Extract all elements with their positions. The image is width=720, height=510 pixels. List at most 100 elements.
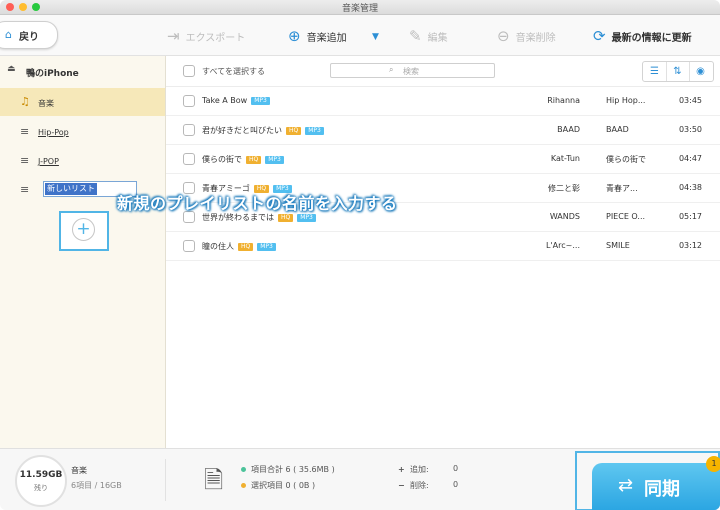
song-title-text: 僕らの街で [202, 155, 242, 164]
song-duration: 03:45 [678, 96, 702, 105]
song-checkbox[interactable] [183, 95, 195, 107]
song-title-text: Take A Bow [202, 96, 248, 105]
search-icon: ⌕ [389, 65, 394, 74]
song-title: 僕らの街で HQ MP3 [202, 154, 284, 165]
sidebar-item-label: Hip-Pop [38, 128, 69, 137]
delete-label: 音楽削除 [515, 32, 556, 44]
sidebar-item-label: J-POP [38, 157, 59, 166]
summary-document-icon: 🗎 [204, 466, 224, 494]
sync-button[interactable]: ⇄ 同期 [592, 463, 720, 510]
song-album: Hip Hop... [606, 96, 646, 105]
itunes-icon[interactable]: ◉ [689, 62, 712, 81]
song-album: 僕らの街で [606, 155, 646, 164]
export-button[interactable]: ⇥ エクスポート [167, 23, 245, 49]
sync-icon: ⇄ [618, 475, 634, 496]
title-bar: 音楽管理 [0, 0, 720, 15]
edit-button[interactable]: ✎ 編集 [409, 23, 448, 49]
format-badge: MP3 [297, 213, 316, 222]
song-artist: BAAD [557, 125, 580, 134]
delete-count-label: − 削除: [398, 481, 429, 490]
add-music-button[interactable]: ⊕ 音楽追加 [288, 23, 347, 49]
new-playlist-name-text: 新しいリスト [45, 183, 97, 195]
select-all-checkbox[interactable] [183, 65, 195, 77]
song-checkbox[interactable] [183, 240, 195, 252]
song-artist: L'Arc~... [546, 241, 580, 250]
storage-gauge: 11.59GB 残り [15, 455, 67, 507]
add-count-value: 0 [453, 464, 459, 473]
format-badge: HQ [246, 155, 262, 164]
storage-sub: 残り [34, 484, 48, 492]
song-row[interactable]: 君が好きだと叫びたい HQ MP3 BAAD BAAD 03:50 [166, 116, 720, 145]
refresh-label: 最新の情報に更新 [611, 32, 692, 44]
refresh-button[interactable]: ⟳ 最新の情報に更新 [593, 23, 692, 49]
device-name: 鴨のiPhone [26, 69, 79, 79]
status-bar: 11.59GB 残り 音楽 6項目 / 16GB 🗎 項目合計 6 ( 35.6… [0, 448, 720, 510]
sidebar-item-j-pop[interactable]: ≡ J-POP [0, 147, 165, 175]
list-header: すべてを選択する ⌕ 検索 ☰ ⇅ ◉ [166, 56, 720, 87]
format-badge: HQ [278, 213, 294, 222]
view-toggle-group: ☰ ⇅ ◉ [642, 61, 714, 82]
search-placeholder: 検索 [403, 67, 419, 76]
sidebar-item-hip-pop[interactable]: ≡ Hip-Pop [0, 118, 165, 146]
category-count: 6項目 / 16GB [71, 481, 122, 490]
delete-count-value: 0 [453, 480, 459, 489]
back-button-label: 戻り [19, 32, 39, 43]
song-checkbox[interactable] [183, 153, 195, 165]
home-icon: ⌂ [5, 28, 12, 41]
eject-icon[interactable]: ⏏ [7, 64, 16, 74]
sync-count-badge: 1 [706, 456, 720, 472]
song-artist: Rihanna [547, 96, 580, 105]
sidebar-item-label: 音楽 [38, 99, 54, 108]
song-checkbox[interactable] [183, 124, 195, 136]
export-icon: ⇥ [167, 27, 180, 45]
song-artist: WANDS [549, 212, 580, 221]
search-input[interactable]: ⌕ 検索 [330, 63, 495, 78]
edit-icon: ✎ [409, 27, 422, 45]
playlist-icon: ≡ [20, 154, 30, 167]
song-duration: 04:47 [678, 154, 702, 163]
export-label: エクスポート [185, 32, 246, 44]
sync-label: 同期 [644, 479, 680, 500]
song-duration: 03:12 [678, 241, 702, 250]
song-artist: 修二と彰 [548, 184, 580, 193]
device-header[interactable]: ⏏ 鴨のiPhone [0, 56, 165, 86]
delete-music-button[interactable]: ⊖ 音楽削除 [497, 23, 556, 49]
song-title: 瞳の住人 HQ MP3 [202, 241, 276, 252]
song-row[interactable]: 瞳の住人 HQ MP3 L'Arc~... SMILE 03:12 [166, 232, 720, 261]
storage-value: 11.59GB [19, 470, 63, 480]
instruction-callout: 新規のプレイリストの名前を入力する [117, 194, 398, 213]
song-row[interactable]: 僕らの街で HQ MP3 Kat-Tun 僕らの街で 04:47 [166, 145, 720, 174]
chevron-down-icon[interactable]: ▼ [372, 32, 379, 42]
song-album: BAAD [606, 125, 629, 134]
format-badge: HQ [286, 126, 302, 135]
window-title: 音楽管理 [341, 4, 378, 14]
sidebar-item-music[interactable]: ♫ 音楽 [0, 88, 165, 116]
song-duration: 03:50 [678, 125, 702, 134]
song-album: 青春ア... [606, 184, 638, 193]
format-badge: MP3 [257, 242, 276, 251]
format-badge: MP3 [305, 126, 324, 135]
playlist-icon: ≡ [20, 125, 30, 138]
sidebar: ⏏ 鴨のiPhone ♫ 音楽 ≡ Hip-Pop ≡ J-POP ≡ 新しいリ… [0, 56, 166, 448]
song-duration: 05:17 [678, 212, 702, 221]
song-artist: Kat-Tun [550, 154, 580, 163]
add-music-label: 音楽追加 [306, 32, 347, 44]
format-badge: MP3 [251, 96, 270, 105]
add-count-label: + 追加: [398, 465, 429, 474]
back-button[interactable]: ⌂ 戻り [0, 21, 58, 49]
sort-icon[interactable]: ⇅ [666, 62, 690, 81]
song-row[interactable]: Take A Bow MP3 Rihanna Hip Hop... 03:45 [166, 87, 720, 116]
playlist-icon: ≡ [20, 183, 30, 196]
song-title-text: 君が好きだと叫びたい [202, 126, 282, 135]
toolbar: ⌂ 戻り ⇥ エクスポート ⊕ 音楽追加 ▼ ✎ 編集 ⊖ 音楽削除 ⟳ 最新の… [0, 15, 720, 56]
plus-icon: + [72, 218, 95, 241]
headphones-icon: ♫ [20, 95, 30, 108]
song-title: Take A Bow MP3 [202, 96, 270, 105]
list-view-icon[interactable]: ☰ [643, 62, 667, 81]
delete-icon: ⊖ [497, 27, 510, 45]
song-title-text: 瞳の住人 [202, 242, 234, 251]
summary-selected: 選択項目 0 ( 0B ) [241, 480, 315, 491]
song-title: 君が好きだと叫びたい HQ MP3 [202, 125, 324, 136]
category-label: 音楽 [71, 466, 87, 475]
add-playlist-button[interactable]: + [59, 211, 109, 251]
